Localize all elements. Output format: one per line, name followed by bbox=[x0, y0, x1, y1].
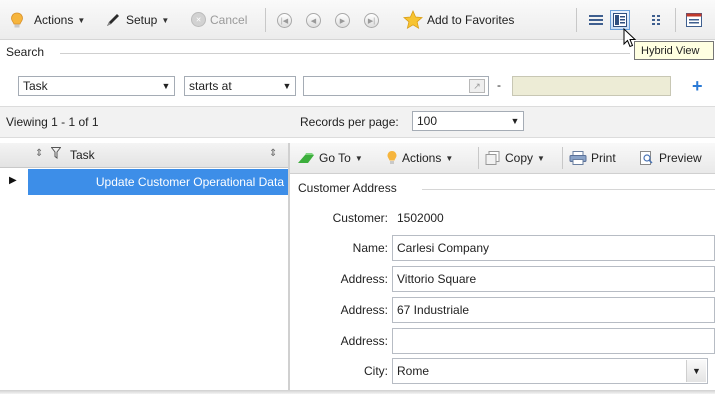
mouse-cursor-icon bbox=[623, 27, 637, 48]
customer-label: Customer: bbox=[332, 211, 388, 225]
pencil-icon bbox=[104, 11, 122, 29]
star-icon bbox=[403, 9, 423, 30]
name-value: Carlesi Company bbox=[397, 241, 490, 255]
preview-label: Preview bbox=[659, 151, 702, 165]
row-pointer-icon: ▶ bbox=[9, 175, 17, 186]
city-label: City: bbox=[364, 364, 388, 378]
name-label: Name: bbox=[352, 241, 388, 255]
records-per-page-select[interactable]: 100 ▼ bbox=[412, 111, 524, 131]
printer-icon bbox=[569, 151, 587, 165]
address3-label: Address: bbox=[340, 334, 388, 348]
sort-icon[interactable]: ⇕ bbox=[35, 148, 43, 159]
address3-field[interactable] bbox=[392, 328, 715, 354]
lightbulb-icon bbox=[386, 150, 398, 166]
toolbar-divider bbox=[562, 147, 563, 169]
records-per-page-value: 100 bbox=[417, 114, 438, 128]
search-operator-select[interactable]: starts at ▼ bbox=[184, 76, 296, 96]
city-select[interactable]: Rome ▼ bbox=[392, 358, 708, 384]
goto-icon bbox=[297, 152, 315, 164]
address2-field[interactable]: 67 Industriale bbox=[392, 297, 715, 323]
setup-label: Setup bbox=[126, 13, 158, 27]
tooltip-text: Hybrid View bbox=[641, 44, 700, 57]
toolbar-divider bbox=[576, 8, 577, 32]
column-sort-icon[interactable]: ⇕ bbox=[269, 148, 277, 159]
search-value-to-input[interactable] bbox=[512, 76, 671, 96]
preview-icon bbox=[639, 151, 655, 165]
chevron-down-icon: ▼ bbox=[282, 81, 292, 91]
detail-actions-label: Actions bbox=[402, 151, 442, 165]
range-separator: - bbox=[497, 78, 501, 92]
actions-menu[interactable]: Actions ▼ bbox=[34, 13, 85, 27]
address1-field[interactable]: Vittorio Square bbox=[392, 266, 715, 292]
actions-label: Actions bbox=[34, 13, 74, 27]
favorites-label: Add to Favorites bbox=[427, 13, 515, 27]
goto-menu[interactable]: Go To ▼ bbox=[297, 151, 363, 165]
list-item[interactable]: Update Customer Operational Data bbox=[28, 169, 288, 195]
search-section-rule bbox=[60, 53, 630, 54]
cancel-icon: ✕ bbox=[191, 12, 206, 27]
address1-value: Vittorio Square bbox=[397, 272, 477, 286]
chevron-down-icon[interactable]: ▼ bbox=[686, 360, 706, 382]
chevron-down-icon: ▼ bbox=[445, 153, 454, 163]
search-operator-value: starts at bbox=[189, 79, 232, 93]
chevron-down-icon: ▼ bbox=[510, 116, 520, 126]
customer-value: 1502000 bbox=[397, 211, 444, 225]
records-per-page-label: Records per page: bbox=[300, 115, 399, 129]
hybrid-view-icon[interactable] bbox=[610, 10, 630, 30]
cancel-label: Cancel bbox=[210, 12, 248, 27]
print-label: Print bbox=[591, 151, 616, 165]
name-field[interactable]: Carlesi Company bbox=[392, 235, 715, 261]
address2-value: 67 Industriale bbox=[397, 303, 470, 317]
address1-label: Address: bbox=[340, 272, 388, 286]
lightbulb-icon[interactable] bbox=[10, 12, 24, 30]
viewing-count: Viewing 1 - 1 of 1 bbox=[6, 115, 99, 129]
lookup-icon[interactable]: ↗ bbox=[469, 79, 485, 93]
grid-view-icon[interactable] bbox=[648, 10, 668, 30]
copy-icon bbox=[485, 151, 501, 165]
bottom-edge bbox=[0, 390, 715, 394]
toolbar-divider bbox=[478, 147, 479, 169]
print-button[interactable]: Print bbox=[569, 151, 616, 165]
toolbar-divider bbox=[675, 8, 676, 32]
city-value: Rome bbox=[397, 364, 430, 378]
chevron-down-icon: ▼ bbox=[161, 81, 171, 91]
tooltip: Hybrid View bbox=[634, 41, 714, 60]
previous-record-icon[interactable]: ◀ bbox=[306, 13, 321, 28]
chevron-down-icon: ▼ bbox=[354, 153, 363, 163]
pane-splitter[interactable] bbox=[288, 143, 290, 391]
toolbar-divider bbox=[265, 8, 266, 32]
list-view-icon[interactable] bbox=[586, 10, 606, 30]
chevron-down-icon: ▼ bbox=[77, 15, 86, 25]
copy-menu[interactable]: Copy ▼ bbox=[485, 151, 545, 165]
setup-menu[interactable]: Setup ▼ bbox=[104, 11, 169, 29]
detail-actions-menu[interactable]: Actions ▼ bbox=[386, 150, 453, 166]
customer-address-section-title: Customer Address bbox=[298, 181, 397, 195]
chevron-down-icon: ▼ bbox=[537, 153, 545, 163]
search-value-input[interactable]: ↗ bbox=[303, 76, 489, 96]
preview-button[interactable]: Preview bbox=[639, 151, 702, 165]
goto-label: Go To bbox=[319, 151, 351, 165]
copy-label: Copy bbox=[505, 151, 534, 165]
last-record-icon[interactable]: ▶| bbox=[364, 13, 379, 28]
add-criteria-icon[interactable]: + bbox=[692, 77, 703, 95]
section-rule bbox=[422, 189, 715, 190]
add-to-favorites-button[interactable]: Add to Favorites bbox=[403, 9, 515, 30]
cancel-button[interactable]: ✕ Cancel bbox=[191, 12, 247, 27]
first-record-icon[interactable]: |◀ bbox=[277, 13, 292, 28]
search-section-label: Search bbox=[6, 45, 45, 59]
chevron-down-icon: ▼ bbox=[161, 15, 170, 25]
form-view-icon[interactable] bbox=[684, 10, 704, 30]
filter-icon[interactable] bbox=[50, 147, 62, 162]
search-field-value: Task bbox=[23, 79, 48, 93]
address2-label: Address: bbox=[340, 303, 388, 317]
list-item-label: Update Customer Operational Data bbox=[95, 175, 284, 189]
search-field-select[interactable]: Task ▼ bbox=[18, 76, 175, 96]
next-record-icon[interactable]: ▶ bbox=[335, 13, 350, 28]
task-column-header[interactable]: Task bbox=[70, 148, 95, 162]
